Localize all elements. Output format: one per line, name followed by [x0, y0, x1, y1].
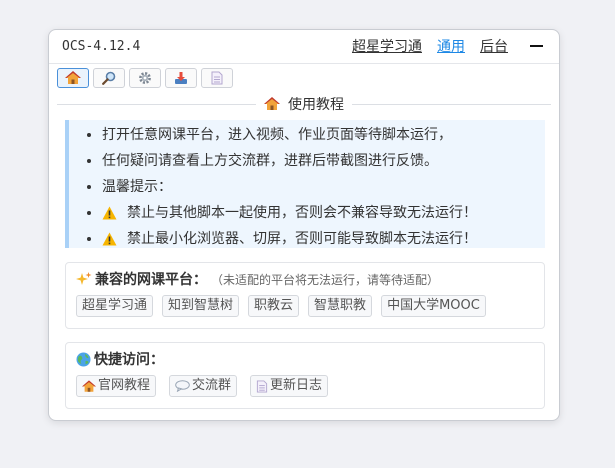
section-title: 使用教程 [288, 97, 344, 113]
gear-icon [139, 72, 151, 84]
platforms-note: （未适配的平台将无法运行，请等待适配） [211, 272, 440, 287]
tutorial-item: 打开任意网课平台，进入视频、作业页面等待脚本运行， [102, 122, 545, 148]
version-label: OCS-4.12.4 [62, 39, 141, 54]
platforms-card: 兼容的网课平台： （未适配的平台将无法运行，请等待适配） 超星学习通 知到智慧树… [65, 262, 545, 329]
search-icon [102, 71, 116, 85]
tutorial-item: 任何疑问请查看上方交流群，进群后带截图进行反馈。 [102, 148, 545, 174]
home-tab-button[interactable] [57, 68, 89, 88]
document-icon [211, 71, 223, 85]
quick-access-title: 快捷访问： [94, 352, 164, 368]
nav-chaoxing[interactable]: 超星学习通 [352, 36, 422, 56]
home-icon [65, 71, 81, 84]
download-icon [175, 72, 187, 84]
panel-header: OCS-4.12.4 超星学习通 通用 后台 [49, 30, 559, 64]
speech-bubble-icon [175, 380, 190, 392]
minimize-button[interactable] [530, 45, 543, 47]
tutorial-item: 温馨提示： [102, 174, 545, 200]
tutorial-item: 禁止与其他脚本一起使用，否则会不兼容导致无法运行！ [102, 200, 545, 226]
home-icon [82, 379, 96, 392]
warning-icon [102, 206, 117, 220]
platform-tag-zhihuizhijiao[interactable]: 智慧职教 [308, 295, 373, 317]
tutorial-section-divider: 使用教程 [57, 94, 551, 114]
home-icon [264, 97, 280, 110]
settings-tab-button[interactable] [129, 68, 161, 88]
nav-general[interactable]: 通用 [437, 36, 465, 56]
quick-access-card: 快捷访问： 官网教程 交流群 更新日志 [65, 342, 545, 409]
warning-icon [102, 232, 117, 246]
platforms-title: 兼容的网课平台： [95, 272, 207, 288]
globe-icon [76, 352, 91, 366]
platform-tag-chaoxing[interactable]: 超星学习通 [76, 295, 154, 317]
tutorial-box: 打开任意网课平台，进入视频、作业页面等待脚本运行， 任何疑问请查看上方交流群，进… [65, 120, 545, 248]
tutorial-item: 禁止最小化浏览器、切屏，否则可能导致脚本无法运行！ [102, 226, 545, 252]
search-tab-button[interactable] [93, 68, 125, 88]
platform-tag-zhihuishu[interactable]: 知到智慧树 [162, 295, 240, 317]
platform-tag-zhijiaoyun[interactable]: 职教云 [248, 295, 300, 317]
header-nav: 超星学习通 通用 后台 [337, 36, 543, 56]
platform-tag-icourse-mooc[interactable]: 中国大学MOOC [381, 295, 486, 317]
changelog-link[interactable]: 更新日志 [250, 375, 329, 397]
nav-backend[interactable]: 后台 [480, 36, 508, 56]
sparkles-icon [76, 272, 92, 285]
community-group-link[interactable]: 交流群 [169, 375, 238, 397]
platform-tags: 超星学习通 知到智慧树 职教云 智慧职教 中国大学MOOC [76, 295, 486, 317]
official-tutorial-link[interactable]: 官网教程 [76, 375, 157, 397]
document-icon [256, 379, 268, 393]
tool-icon-bar [57, 68, 233, 88]
document-tab-button[interactable] [201, 68, 233, 88]
download-tab-button[interactable] [165, 68, 197, 88]
ocs-panel: OCS-4.12.4 超星学习通 通用 后台 使用教程 • 打开任意网课平台，进… [48, 29, 560, 421]
quick-links: 官网教程 交流群 更新日志 [76, 375, 329, 397]
